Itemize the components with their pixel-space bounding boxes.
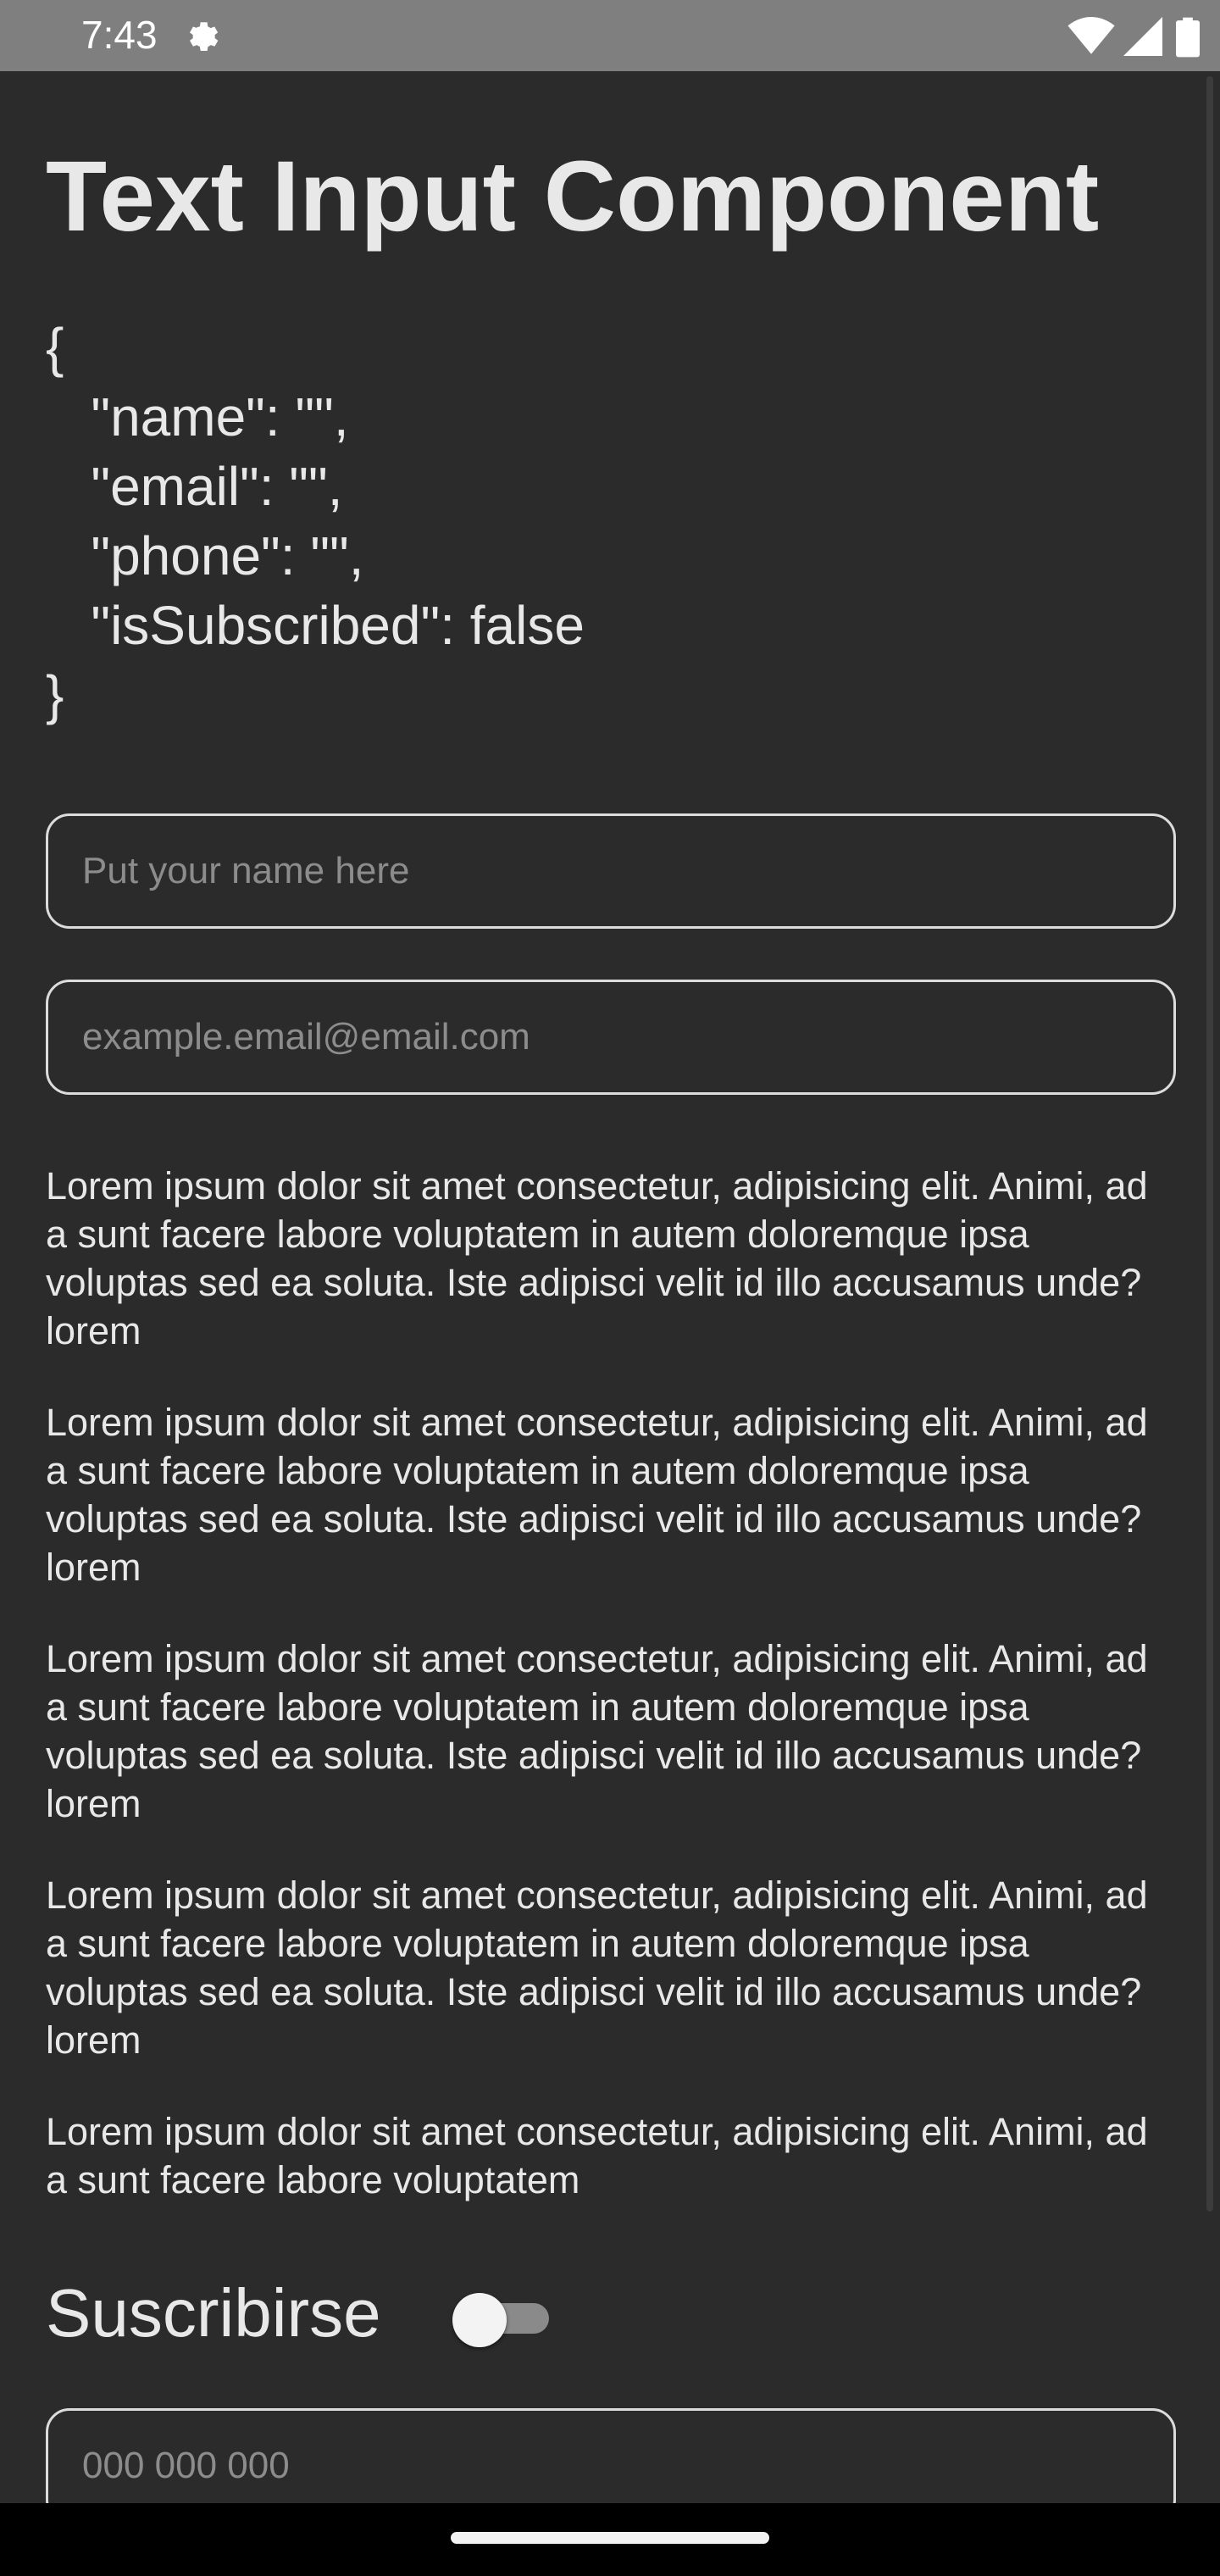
lorem-paragraph-3: Lorem ipsum dolor sit amet consectetur, … (46, 1637, 1148, 1825)
subscribe-toggle[interactable] (452, 2293, 554, 2347)
cell-signal-icon (1123, 17, 1162, 56)
form-state-json: { "name": "", "email": "", "phone": "", … (46, 317, 585, 725)
lorem-paragraph-5: Lorem ipsum dolor sit amet consectetur, … (46, 2110, 1148, 2201)
app-screen: 7:43 Text Input Component { "name": "", … (0, 0, 1220, 2576)
email-input[interactable] (46, 980, 1176, 1095)
toggle-thumb (452, 2293, 507, 2347)
battery-icon (1176, 17, 1200, 58)
page-title: Text Input Component (46, 141, 1100, 253)
status-bar: 7:43 (0, 0, 1220, 71)
home-gesture-handle[interactable] (451, 2532, 769, 2544)
system-nav-bar (0, 2503, 1220, 2576)
wifi-icon (1068, 17, 1115, 54)
lorem-paragraph-1: Lorem ipsum dolor sit amet consectetur, … (46, 1164, 1148, 1352)
settings-gear-icon (190, 22, 219, 51)
status-time: 7:43 (81, 13, 158, 57)
subscribe-label: Suscribirse (46, 2275, 381, 2351)
lorem-paragraph-2: Lorem ipsum dolor sit amet consectetur, … (46, 1401, 1148, 1589)
lorem-paragraph-4: Lorem ipsum dolor sit amet consectetur, … (46, 1874, 1148, 2062)
subscribe-row: Suscribirse (46, 2271, 724, 2356)
name-input[interactable] (46, 813, 1176, 929)
scrollbar[interactable] (1206, 76, 1213, 2212)
